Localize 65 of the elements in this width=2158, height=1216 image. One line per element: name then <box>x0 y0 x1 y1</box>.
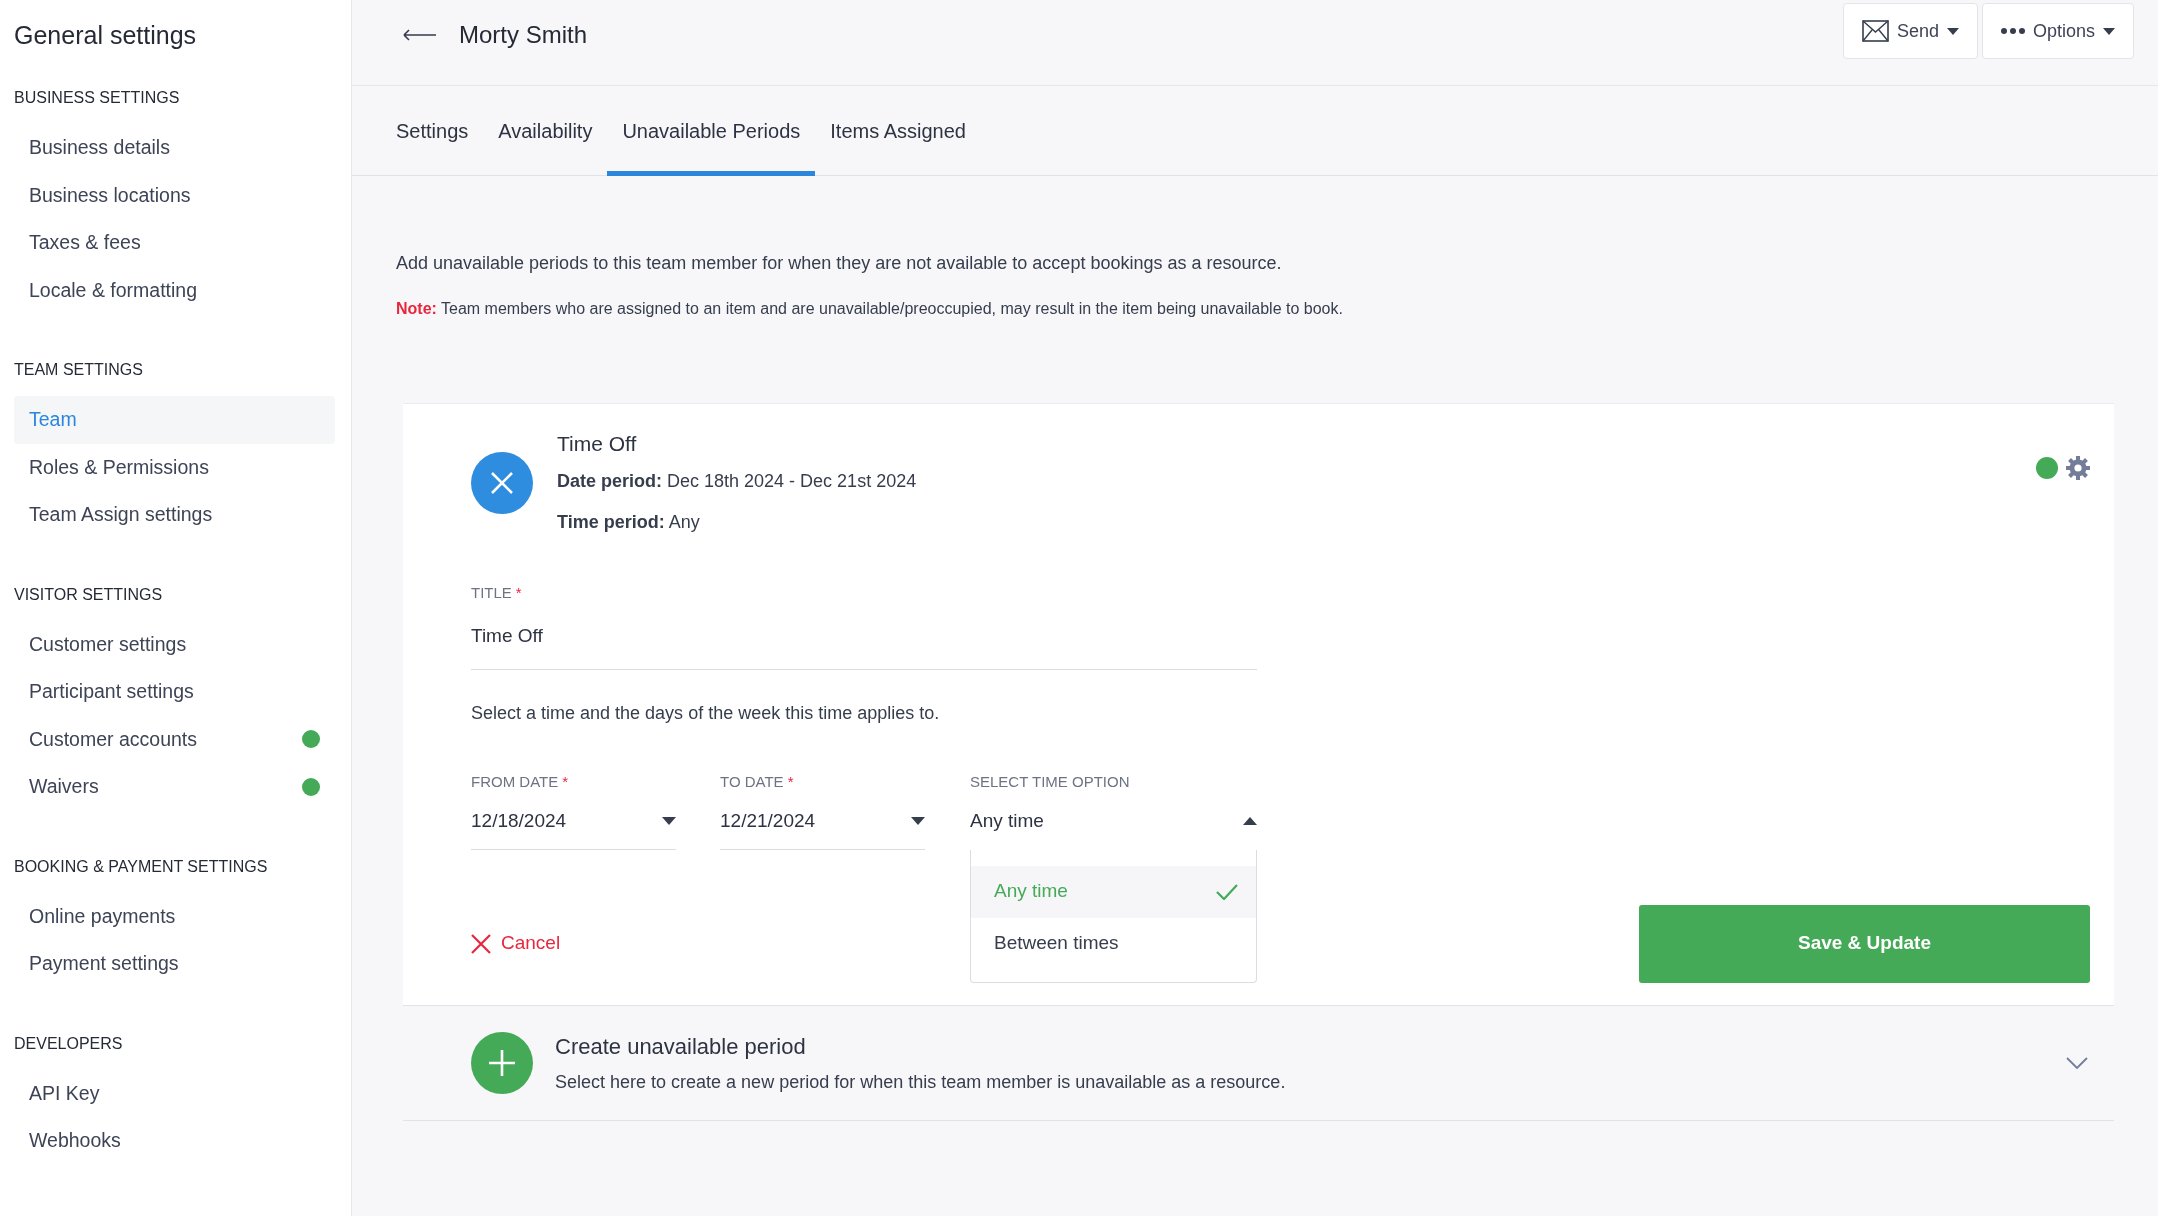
more-icon <box>2000 28 2025 34</box>
note-text: Note: Team members who are assigned to an item and are unavailable/preoccupied, may result in the item being unavailable to book. <box>396 299 1344 319</box>
back-button[interactable] <box>403 29 437 42</box>
tab[interactable]: Settings <box>396 86 484 176</box>
create-subtitle: Select here to create a new period for when this team member is unavailable as a resource. <box>555 1070 1287 1094</box>
tab[interactable]: Unavailable Periods <box>607 86 816 176</box>
create-title: Create unavailable period <box>555 1032 807 1061</box>
select-field[interactable]: Any time <box>970 793 1257 850</box>
check-icon <box>1216 883 1238 900</box>
sidebar-item[interactable]: Roles & Permissions <box>14 443 335 491</box>
intro-text: Add unavailable periods to this team member for when they are not available to accept bookings as a resource. <box>396 252 1283 275</box>
caret-icon <box>662 817 676 825</box>
section-heading: TEAM SETTINGS <box>14 360 144 380</box>
required-mark: * <box>562 773 569 790</box>
sidebar-item[interactable]: API Key <box>14 1069 335 1117</box>
page-title: Morty Smith <box>459 21 587 50</box>
sidebar-item[interactable]: Webhooks <box>14 1117 335 1165</box>
sidebar-item[interactable]: Waivers <box>14 763 335 811</box>
back-arrow-icon <box>403 29 437 42</box>
options-button[interactable]: Options <box>1981 3 2134 59</box>
sidebar-item[interactable]: Online payments <box>14 892 335 940</box>
field-label: TO DATE * <box>720 772 795 792</box>
title-field[interactable]: Time Off <box>471 604 1257 670</box>
settings-button[interactable] <box>2066 456 2090 480</box>
section-heading: BUSINESS SETTINGS <box>14 88 181 108</box>
sidebar-item[interactable]: Customer accounts <box>14 715 335 763</box>
send-button[interactable]: Send <box>1842 3 1978 59</box>
sidebar-item[interactable]: Customer settings <box>14 620 335 668</box>
sidebar-item[interactable]: Business details <box>14 124 335 172</box>
close-icon <box>471 933 491 954</box>
sidebar-item[interactable]: Taxes & fees <box>14 219 335 267</box>
caret-icon <box>2103 27 2115 35</box>
envelope-icon <box>1861 20 1889 42</box>
tab[interactable]: Availability <box>483 86 608 176</box>
hint-text: Select a time and the days of the week this time applies to. <box>471 702 941 725</box>
period-title: Time Off <box>557 431 638 457</box>
caret-icon <box>911 817 925 825</box>
section-heading: VISITOR SETTINGS <box>14 584 164 605</box>
field-label: FROM DATE * <box>471 772 570 792</box>
required-mark: * <box>787 773 794 790</box>
period-detail: Time period: Any <box>557 510 701 534</box>
sidebar-item[interactable]: Team <box>14 396 335 444</box>
caret-icon <box>1243 817 1257 825</box>
plus-icon <box>488 1048 516 1077</box>
period-detail: Date period: Dec 18th 2024 - Dec 21st 2024 <box>557 469 918 493</box>
date-field[interactable]: 12/21/2024 <box>720 793 925 850</box>
create-period-row[interactable]: Create unavailable period Select here to create a new period for when this team member is unavailable as a resource. <box>403 1004 2114 1121</box>
field-label: SELECT TIME OPTION <box>970 772 1131 792</box>
tab[interactable]: Items Assigned <box>815 86 981 176</box>
cancel-button[interactable]: Cancel <box>471 929 561 958</box>
sidebar-item[interactable]: Payment settings <box>14 940 335 988</box>
close-icon <box>490 471 514 495</box>
required-mark: * <box>515 583 522 601</box>
section-heading: DEVELOPERS <box>14 1033 124 1054</box>
sidebar-item[interactable]: Team Assign settings <box>14 491 335 539</box>
sidebar-item[interactable]: Participant settings <box>14 668 335 716</box>
sidebar-title: General settings <box>14 20 198 50</box>
sidebar-item[interactable]: Business locations <box>14 171 335 219</box>
settings-icon <box>2066 456 2090 480</box>
date-field[interactable]: 12/18/2024 <box>471 793 676 850</box>
caret-icon <box>1946 27 1959 35</box>
field-label: TITLE * <box>471 582 523 603</box>
section-heading: BOOKING & PAYMENT SETTINGS <box>14 856 269 877</box>
dropdown-option[interactable]: Between times <box>971 917 1256 970</box>
sidebar-item[interactable]: Locale & formatting <box>14 266 335 314</box>
